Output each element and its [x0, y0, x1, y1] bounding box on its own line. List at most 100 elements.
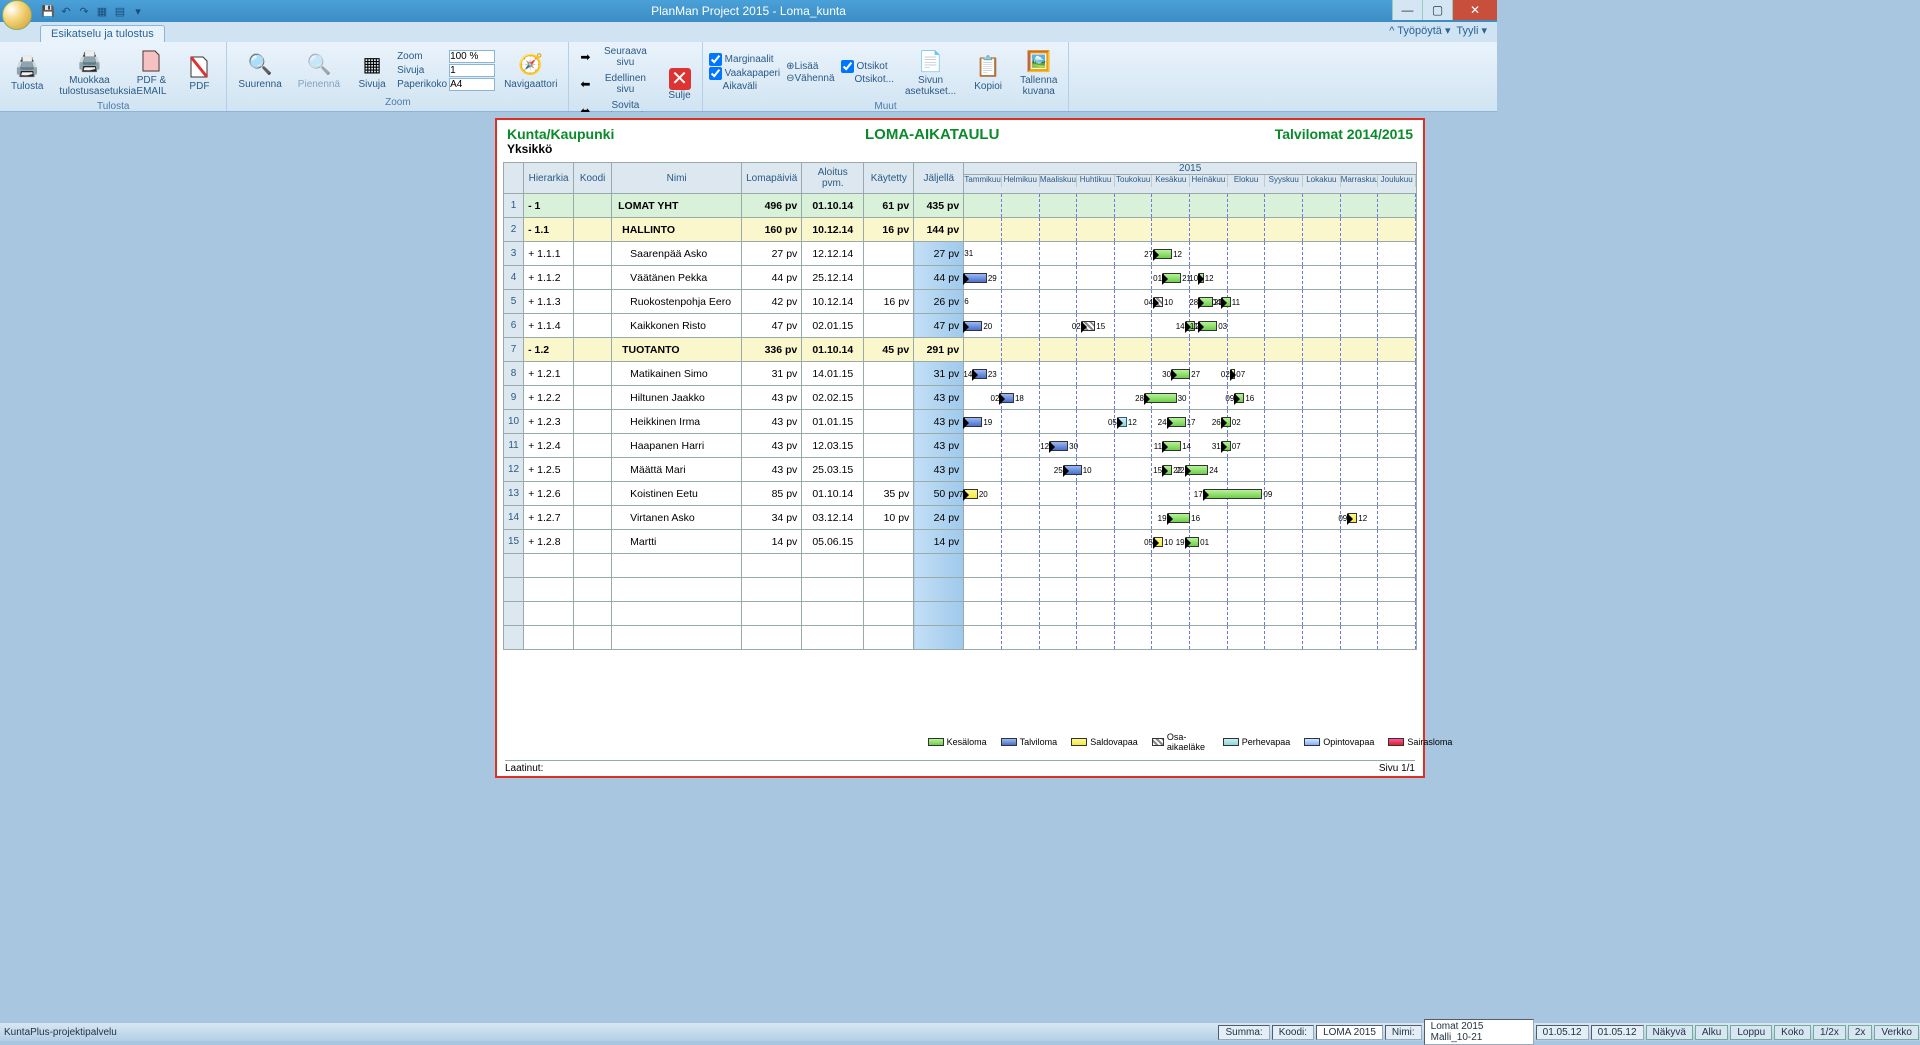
legend-item: Osa-aikaeläke: [1152, 732, 1209, 752]
status-button[interactable]: Loppu: [1730, 1025, 1772, 1040]
gantt-cell: 021828300916: [964, 386, 1417, 410]
status-button[interactable]: Koko: [1774, 1025, 1811, 1040]
gantt-bar: 1901: [1186, 537, 1200, 547]
report-page: Kunta/Kaupunki Yksikkö LOMA-AIKATAULU Ta…: [495, 118, 1425, 778]
zoom-controls: Zoom Sivuja Paperikoko: [397, 50, 495, 91]
save-image-button[interactable]: 🖼️ Tallenna kuvana: [1013, 44, 1064, 100]
pages-icon: ▦: [356, 51, 388, 79]
report-title-center: LOMA-AIKATAULU: [865, 126, 999, 143]
image-icon: 🖼️: [1023, 47, 1055, 75]
status-button[interactable]: 1/2x: [1813, 1025, 1846, 1040]
table-row: 9+ 1.2.2Hiltunen Jaakko43 pv02.02.1543 p…: [504, 386, 1417, 410]
link-tyopoyra[interactable]: Työpöytä: [1397, 25, 1442, 37]
print-button[interactable]: 🖨️ Tulosta: [4, 50, 50, 95]
qat-save-icon[interactable]: 💾: [40, 3, 56, 19]
gantt-cell: 6041028210411: [964, 290, 1417, 314]
col-koodi: Koodi: [574, 163, 612, 194]
preview-canvas[interactable]: Kunta/Kaupunki Yksikkö LOMA-AIKATAULU Ta…: [0, 112, 1920, 1023]
qat-redo-icon[interactable]: ↷: [76, 3, 92, 19]
gantt-bar: 1103: [1199, 321, 1217, 331]
chk-vaakapaperi[interactable]: [709, 67, 722, 80]
gantt-month: Syyskuu: [1265, 175, 1303, 187]
gantt-bar: 1709: [1204, 489, 1263, 499]
pages-button[interactable]: ▦ Sivuja: [349, 48, 395, 93]
aikavali-button[interactable]: Aikaväli: [723, 81, 757, 92]
navigator-button[interactable]: 🧭 Navigaattori: [497, 48, 564, 93]
report-table: Hierarkia Koodi Nimi Lomapäiviä Aloitus …: [503, 162, 1417, 650]
maximize-button[interactable]: ▢: [1422, 0, 1452, 20]
table-row: 13+ 1.2.6Koistinen Eetu85 pv01.10.1435 p…: [504, 482, 1417, 506]
gantt-bar: 0207: [1231, 369, 1236, 379]
table-row: 8+ 1.2.1Matikainen Simo31 pv14.01.1531 p…: [504, 362, 1417, 386]
gantt-bar: 0121: [1163, 273, 1181, 283]
minimize-button[interactable]: —: [1392, 0, 1422, 20]
page-settings-button[interactable]: 📄 Sivun asetukset...: [898, 44, 963, 100]
gantt-cell: [964, 194, 1417, 218]
papersize-input[interactable]: [449, 78, 495, 91]
status-koodi: LOMA 2015: [1316, 1025, 1383, 1040]
status-bar: KuntaPlus-projektipalvelu Summa: Koodi: …: [0, 1023, 1920, 1041]
table-row: 15+ 1.2.8Martti14 pv05.06.1514 pv0510190…: [504, 530, 1417, 554]
zoom-input[interactable]: [449, 50, 495, 63]
status-nimi: Lomat 2015 Malli_10-21: [1424, 1019, 1534, 1045]
pages-input[interactable]: [449, 64, 495, 77]
gantt-month: Helmikuu: [1002, 175, 1040, 187]
col-hierarkia: Hierarkia: [524, 163, 574, 194]
gantt-cell: 20021514211103: [964, 314, 1417, 338]
gantt-bar: 2417: [1168, 417, 1186, 427]
qat-undo-icon[interactable]: ↶: [58, 3, 74, 19]
report-subtitle: Yksikkö: [507, 142, 614, 156]
status-button[interactable]: Näkyvä: [1646, 1025, 1693, 1040]
chk-otsikot[interactable]: [841, 60, 854, 73]
table-row-empty: [504, 602, 1417, 626]
legend-item: Kesäloma: [928, 732, 987, 752]
zoom-out-button[interactable]: 🔍 Pienennä: [291, 48, 347, 93]
gantt-month: Maaliskuu: [1040, 175, 1078, 187]
zoom-out-icon: 🔍: [303, 51, 335, 79]
gantt-bar: 29: [964, 273, 987, 283]
status-button[interactable]: 2x: [1848, 1025, 1873, 1040]
pdf-email-button[interactable]: PDF & EMAIL: [128, 44, 174, 100]
zoom-label: Zoom: [397, 51, 449, 62]
chk-marginaalit[interactable]: [709, 53, 722, 66]
footer-left: Laatinut:: [505, 763, 543, 774]
otsikot-dlg-button[interactable]: Otsikot...: [855, 74, 894, 85]
print-settings-button[interactable]: 🖨️ Muokkaa tulostusasetuksia: [52, 44, 126, 100]
app-orb[interactable]: [2, 0, 32, 30]
gantt-bar: 1522: [1163, 465, 1172, 475]
gantt-bar: 19: [964, 417, 982, 427]
copy-button[interactable]: 📋 Kopioi: [965, 50, 1011, 95]
table-row: 7- 1.2TUOTANTO336 pv01.10.1445 pv291 pv: [504, 338, 1417, 362]
gantt-bar: 2821: [1199, 297, 1213, 307]
gantt-cell: 05101901: [964, 530, 1417, 554]
qat-dropdown-icon[interactable]: ▾: [130, 3, 146, 19]
table-row-empty: [504, 578, 1417, 602]
close-button[interactable]: ✕: [1452, 0, 1497, 20]
qat-icon[interactable]: ▤: [112, 3, 128, 19]
qat-icon[interactable]: ▦: [94, 3, 110, 19]
lisaa-button[interactable]: Lisää: [794, 61, 818, 72]
pdf-button[interactable]: PDF: [176, 50, 222, 95]
status-button[interactable]: Alku: [1695, 1025, 1728, 1040]
gantt-month: Kesäkuu: [1152, 175, 1190, 187]
legend-item: Talviloma: [1001, 732, 1058, 752]
link-tyyli[interactable]: Tyyli: [1456, 25, 1478, 37]
table-row-empty: [504, 626, 1417, 650]
table-row: 14+ 1.2.7Virtanen Asko34 pv03.12.1410 pv…: [504, 506, 1417, 530]
next-page-button[interactable]: ➡Seuraava sivu: [573, 44, 659, 70]
tab-preview-print[interactable]: Esikatselu ja tulostus: [40, 25, 165, 42]
prev-page-button[interactable]: ⬅Edellinen sivu: [573, 71, 659, 97]
vahenna-button[interactable]: Vähennä: [794, 73, 834, 84]
close-preview-button[interactable]: ✕ Sulje: [661, 65, 697, 104]
pdf-icon: [135, 47, 167, 75]
status-nimi-lbl: Nimi:: [1385, 1025, 1422, 1040]
table-row: 11+ 1.2.4Haapanen Harri43 pv12.03.1543 p…: [504, 434, 1417, 458]
copy-icon: 📋: [972, 53, 1004, 81]
gantt-month: Joulukuu: [1378, 175, 1416, 187]
legend-item: Opintovapaa: [1304, 732, 1374, 752]
gantt-month: Elokuu: [1228, 175, 1266, 187]
gantt-bar: 2712: [1154, 249, 1172, 259]
zoom-in-icon: 🔍: [244, 51, 276, 79]
status-button[interactable]: Verkko: [1874, 1025, 1919, 1040]
zoom-in-button[interactable]: 🔍 Suurenna: [231, 48, 288, 93]
